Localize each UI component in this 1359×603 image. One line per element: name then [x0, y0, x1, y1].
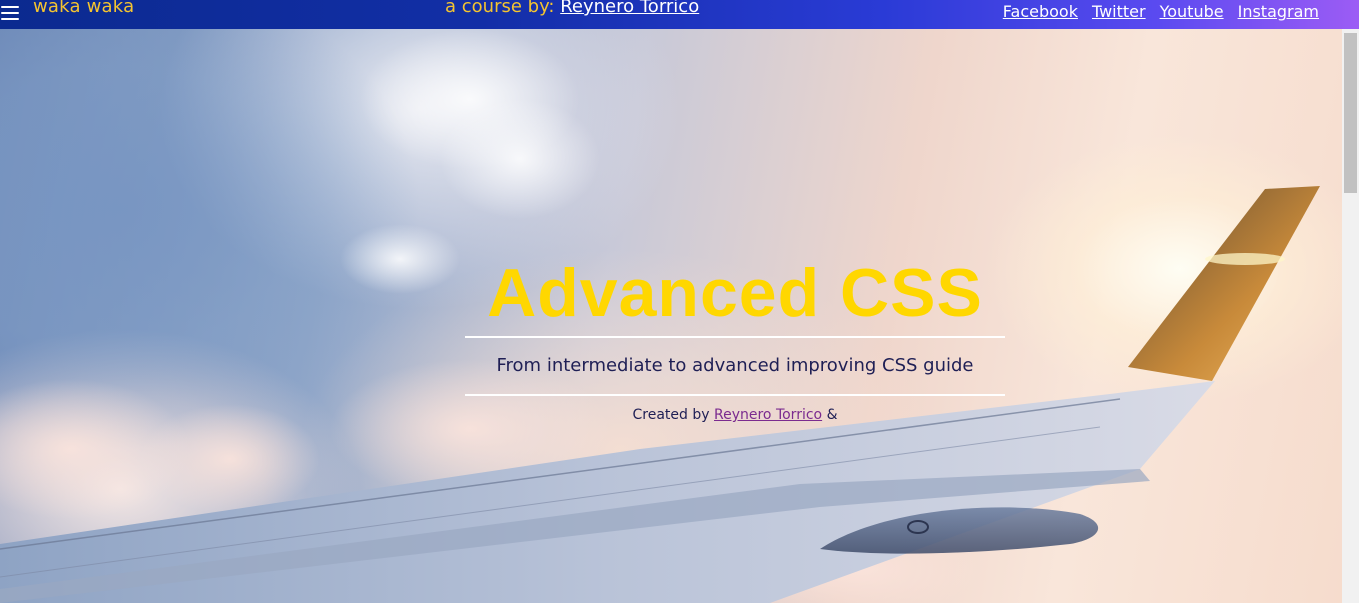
- hero-credits: Created by Reynero Torrico &: [465, 404, 1005, 426]
- hero-section: Advanced CSS From intermediate to advanc…: [0, 29, 1342, 603]
- scrollbar-thumb[interactable]: [1344, 33, 1357, 193]
- instagram-link[interactable]: Instagram: [1238, 1, 1319, 23]
- page: waka waka a course by: Reynero Torrico F…: [0, 0, 1359, 603]
- course-byline: a course by: Reynero Torrico: [445, 0, 699, 20]
- hero-content: Advanced CSS From intermediate to advanc…: [0, 29, 1342, 603]
- twitter-link[interactable]: Twitter: [1092, 1, 1146, 23]
- facebook-link[interactable]: Facebook: [1003, 1, 1078, 23]
- hero-title: Advanced CSS: [487, 255, 983, 331]
- credits-suffix: &: [826, 407, 838, 423]
- credits-author-link[interactable]: Reynero Torrico: [714, 407, 822, 423]
- credits-prefix: Created by: [632, 407, 710, 423]
- title-divider-top: [465, 336, 1005, 338]
- hamburger-menu-icon[interactable]: [1, 6, 19, 21]
- top-navbar: waka waka a course by: Reynero Torrico F…: [0, 0, 1359, 29]
- title-divider-bottom: [465, 394, 1005, 396]
- social-links: Facebook Twitter Youtube Instagram: [1003, 1, 1319, 23]
- vertical-scrollbar[interactable]: [1342, 29, 1359, 603]
- brand-name: waka waka: [33, 0, 135, 17]
- hero-subtitle: From intermediate to advanced improving …: [496, 355, 974, 376]
- course-byline-prefix: a course by:: [445, 0, 555, 17]
- course-author-link[interactable]: Reynero Torrico: [560, 0, 699, 17]
- youtube-link[interactable]: Youtube: [1160, 1, 1224, 23]
